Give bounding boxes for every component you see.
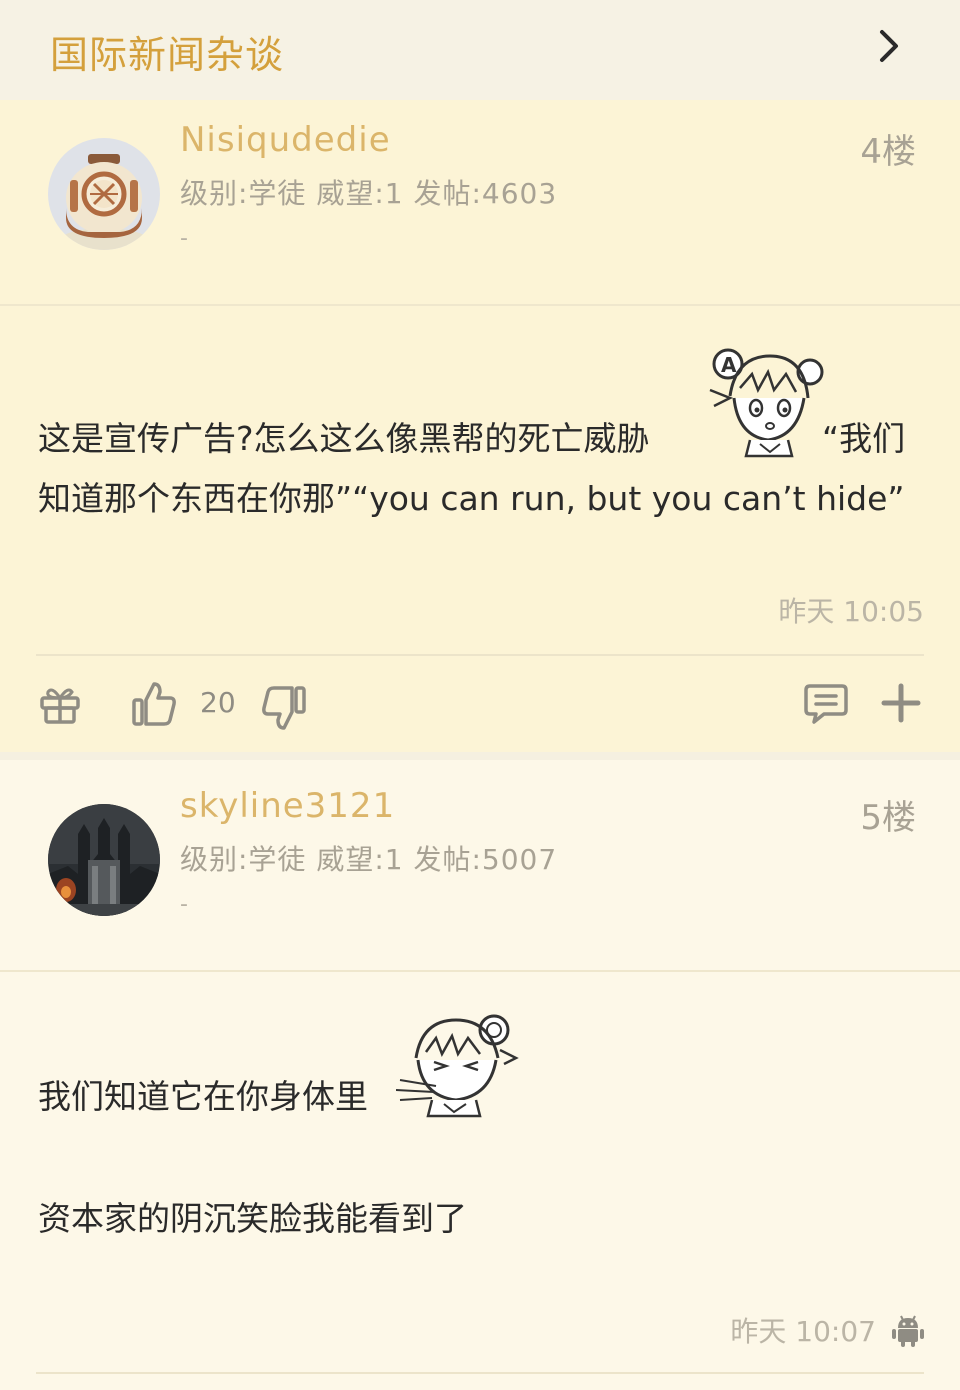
post-content-line-1-tail: “我们 bbox=[822, 419, 906, 458]
username[interactable]: Nisiqudedie bbox=[180, 120, 391, 160]
divider bbox=[36, 654, 924, 656]
dark-castle-avatar-icon bbox=[48, 804, 160, 916]
post-content-line-2: 知道那个东西在你那”“you can run, but you can’t hi… bbox=[38, 479, 905, 518]
avatar[interactable] bbox=[48, 804, 160, 916]
comment-icon[interactable] bbox=[804, 682, 848, 724]
divider bbox=[0, 970, 960, 972]
post-time: 昨天 10:05 bbox=[778, 595, 924, 628]
forum-header: 国际新闻杂谈 bbox=[0, 0, 960, 100]
plus-icon[interactable] bbox=[880, 682, 922, 724]
thumbs-up-icon[interactable] bbox=[130, 680, 178, 728]
thumbs-down-icon[interactable] bbox=[260, 684, 308, 732]
chevron-right-icon[interactable] bbox=[870, 26, 910, 66]
android-icon bbox=[892, 1315, 924, 1347]
like-count: 20 bbox=[200, 686, 236, 719]
divider bbox=[0, 304, 960, 306]
anime-girl-sneeze-sticker bbox=[396, 1014, 519, 1118]
floor-number: 5楼 bbox=[860, 798, 916, 838]
post-content-line-1: 这是宣传广告?怎么这么像黑帮的死亡威胁 bbox=[38, 419, 650, 458]
svg-text:A: A bbox=[721, 353, 737, 377]
anime-girl-sticker: A bbox=[709, 348, 824, 458]
floor-number: 4楼 bbox=[860, 132, 916, 172]
gift-icon[interactable] bbox=[38, 682, 82, 726]
avatar[interactable] bbox=[48, 138, 160, 250]
divider bbox=[36, 1372, 924, 1374]
user-meta: 级别:学徒 威望:1 发帖:4603 bbox=[180, 177, 558, 210]
user-signature: - bbox=[180, 226, 188, 251]
user-meta: 级别:学徒 威望:1 发帖:5007 bbox=[180, 843, 558, 876]
post-content-line-1: 我们知道它在你身体里 bbox=[38, 1077, 368, 1116]
post-separator bbox=[0, 752, 960, 760]
diving-helmet-avatar-icon bbox=[48, 138, 160, 250]
post-time: 昨天 10:07 bbox=[730, 1315, 876, 1348]
post-content-line-2: 资本家的阴沉笑脸我能看到了 bbox=[38, 1199, 467, 1238]
forum-title[interactable]: 国际新闻杂谈 bbox=[50, 24, 284, 79]
post-floor-4: Nisiqudedie 级别:学徒 威望:1 发帖:4603 - 4楼 这是宣传… bbox=[0, 100, 960, 752]
user-signature: - bbox=[180, 892, 188, 917]
post-floor-5: skyline3121 级别:学徒 威望:1 发帖:5007 - 5楼 我们知道… bbox=[0, 760, 960, 1390]
username[interactable]: skyline3121 bbox=[180, 786, 395, 826]
